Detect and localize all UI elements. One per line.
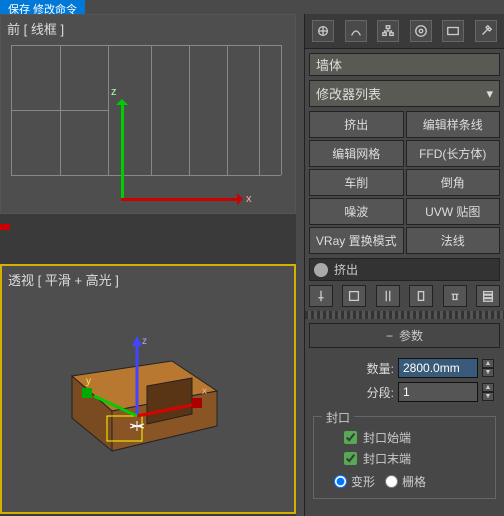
svg-text:x: x xyxy=(202,386,207,397)
svg-text:z: z xyxy=(142,336,147,347)
object-name-input[interactable] xyxy=(309,53,500,76)
mod-btn-extrude[interactable]: 挤出 xyxy=(309,111,404,138)
mod-btn-lathe[interactable]: 车削 xyxy=(309,169,404,196)
viewport-area: 前 [ 线框 ] x z 透视 [ 平滑 + 高光 ] xyxy=(0,14,296,516)
mod-btn-ffd[interactable]: FFD(长方体) xyxy=(406,140,501,167)
viewport-front[interactable]: 前 [ 线框 ] x z xyxy=(0,14,296,214)
segments-input[interactable] xyxy=(398,382,478,402)
create-icon[interactable] xyxy=(312,20,334,42)
divider xyxy=(305,311,504,319)
amount-label: 数量: xyxy=(367,360,394,377)
modifier-list-label: 修改器列表 xyxy=(316,84,381,103)
display-icon[interactable] xyxy=(442,20,464,42)
mod-btn-uvw[interactable]: UVW 贴图 xyxy=(406,198,501,225)
mod-btn-normal[interactable]: 法线 xyxy=(406,227,501,254)
motion-icon[interactable] xyxy=(410,20,432,42)
viewport-perspective[interactable]: 透视 [ 平滑 + 高光 ] x y z xyxy=(0,264,296,514)
axis-handle[interactable] xyxy=(0,224,10,230)
axis-z-label: z xyxy=(111,86,117,98)
extruded-mesh[interactable]: x y z xyxy=(52,326,232,466)
grid-radio[interactable] xyxy=(385,475,398,488)
capping-legend: 封口 xyxy=(322,409,354,426)
chevron-down-icon: ▾ xyxy=(486,86,493,102)
mod-btn-bevel[interactable]: 倒角 xyxy=(406,169,501,196)
params-area: 数量: ▲▼ 分段: ▲▼ xyxy=(305,350,504,410)
bulb-icon[interactable] xyxy=(314,263,328,277)
utilities-icon[interactable] xyxy=(475,20,497,42)
axis-x-label: x xyxy=(246,193,252,205)
config-icon[interactable] xyxy=(342,285,366,307)
hierarchy-icon[interactable] xyxy=(377,20,399,42)
mod-btn-vraydisplace[interactable]: VRay 置换模式 xyxy=(309,227,404,254)
modifier-list-dropdown[interactable]: 修改器列表 ▾ xyxy=(309,80,500,107)
rollout-params[interactable]: −参数 xyxy=(309,323,500,348)
grid-label: 栅格 xyxy=(402,473,426,490)
make-unique-icon[interactable] xyxy=(409,285,433,307)
morph-label: 变形 xyxy=(351,473,375,490)
rollout-title: 参数 xyxy=(399,329,423,343)
segments-spin-down[interactable]: ▼ xyxy=(482,392,494,401)
modify-icon[interactable] xyxy=(345,20,367,42)
stack-tool-row xyxy=(309,285,500,307)
wireframe-grid xyxy=(11,45,281,175)
command-panel-tabs xyxy=(305,14,504,49)
cap-end-checkbox[interactable] xyxy=(344,452,357,465)
segments-spin-up[interactable]: ▲ xyxy=(482,383,494,392)
amount-spin-down[interactable]: ▼ xyxy=(482,368,494,377)
command-panel: 修改器列表 ▾ 挤出 编辑样条线 编辑网格 FFD(长方体) 车削 倒角 噪波 … xyxy=(304,14,504,516)
capping-fieldset: 封口 封口始端 封口末端 变形 栅格 xyxy=(313,416,496,499)
amount-spin-up[interactable]: ▲ xyxy=(482,359,494,368)
segments-label: 分段: xyxy=(367,384,394,401)
modifier-stack-item[interactable]: 挤出 xyxy=(309,258,500,281)
stack-icon[interactable] xyxy=(476,285,500,307)
cap-end-label: 封口末端 xyxy=(363,450,411,467)
cap-start-checkbox[interactable] xyxy=(344,431,357,444)
svg-text:y: y xyxy=(86,376,91,387)
cap-start-label: 封口始端 xyxy=(363,429,411,446)
viewport-persp-label: 透视 [ 平滑 + 高光 ] xyxy=(8,270,119,289)
axis-x-gizmo[interactable] xyxy=(121,198,241,201)
mod-btn-noise[interactable]: 噪波 xyxy=(309,198,404,225)
stack-item-label: 挤出 xyxy=(334,261,358,278)
mod-btn-editspline[interactable]: 编辑样条线 xyxy=(406,111,501,138)
morph-radio[interactable] xyxy=(334,475,347,488)
modifier-buttons-grid: 挤出 编辑样条线 编辑网格 FFD(长方体) 车削 倒角 噪波 UVW 贴图 V… xyxy=(309,111,500,254)
axis-z-gizmo[interactable] xyxy=(121,101,124,201)
viewport-front-label: 前 [ 线框 ] xyxy=(7,19,64,38)
show-icon[interactable] xyxy=(376,285,400,307)
pin-icon[interactable] xyxy=(309,285,333,307)
amount-input[interactable] xyxy=(398,358,478,378)
remove-icon[interactable] xyxy=(443,285,467,307)
mod-btn-editmesh[interactable]: 编辑网格 xyxy=(309,140,404,167)
